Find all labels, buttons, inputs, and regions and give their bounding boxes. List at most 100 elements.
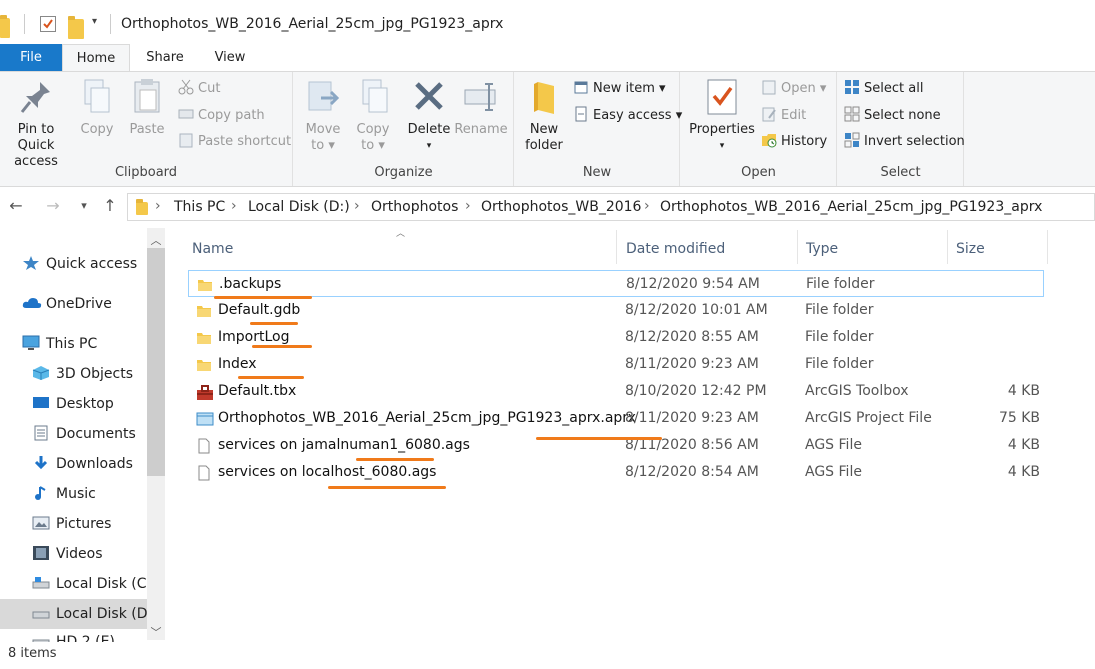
copy-button[interactable]: Copy (76, 78, 118, 138)
breadcrumb-separator[interactable]: › (644, 198, 650, 214)
copy-path-button[interactable]: Copy path (178, 105, 265, 127)
file-name: Default.tbx (218, 383, 297, 399)
file-date-modified: 8/10/2020 12:42 PM (625, 383, 767, 399)
edit-button[interactable]: Edit (761, 105, 806, 127)
nav-item-local-disk-d[interactable]: Local Disk (D (32, 600, 148, 628)
move-to-button[interactable]: Move to ▾ (302, 78, 344, 154)
column-header-type[interactable]: Type (806, 230, 946, 264)
move-to-label-line2: to ▾ (311, 138, 335, 153)
pin-to-quick-access-button[interactable]: Pin to Quick access (0, 78, 72, 170)
videos-icon (32, 543, 50, 560)
nav-item-music[interactable]: Music (32, 480, 96, 508)
column-divider[interactable] (947, 230, 948, 264)
nav-item-downloads[interactable]: Downloads (32, 450, 133, 478)
recent-locations-chevron-icon[interactable]: ▾ (73, 196, 95, 216)
breadcrumb-separator[interactable]: › (465, 198, 471, 214)
tab-view[interactable]: View (199, 44, 261, 72)
edit-icon (761, 106, 777, 122)
copy-to-label-line2: to ▾ (361, 138, 385, 153)
select-all-button[interactable]: Select all (844, 78, 923, 100)
nav-item-desktop[interactable]: Desktop (32, 390, 114, 418)
select-none-button[interactable]: Select none (844, 105, 941, 127)
tab-file[interactable]: File (0, 44, 62, 72)
file-icon (196, 438, 212, 454)
column-header-date[interactable]: Date modified (626, 230, 796, 264)
folder-icon (196, 357, 212, 373)
select-none-icon (844, 106, 860, 122)
breadcrumb-separator[interactable]: › (231, 198, 237, 214)
file-row[interactable]: Default.gdb 8/12/2020 10:01 AM File folder (188, 297, 1044, 324)
breadcrumb-current-folder[interactable]: Orthophotos_WB_2016_Aerial_25cm_jpg_PG19… (660, 199, 1042, 215)
breadcrumb-orthophotos-wb-2016[interactable]: Orthophotos_WB_2016 (481, 199, 641, 215)
up-arrow-icon[interactable]: ↑ (99, 196, 121, 216)
breadcrumb-separator[interactable]: › (354, 198, 360, 214)
new-item-button[interactable]: New item ▾ (573, 78, 666, 100)
copy-to-icon (355, 78, 391, 116)
nav-item-onedrive[interactable]: OneDrive (22, 290, 112, 318)
file-row[interactable]: Default.tbx 8/10/2020 12:42 PM ArcGIS Tool… (188, 378, 1044, 405)
rename-button[interactable]: Rename (454, 78, 508, 138)
file-row[interactable]: Orthophotos_WB_2016_Aerial_25cm_jpg_PG19… (188, 405, 1044, 432)
nav-item-documents[interactable]: Documents (32, 420, 136, 448)
customize-quick-access-icon[interactable]: ▾ (92, 16, 97, 36)
nav-item-quick-access[interactable]: Quick access (22, 250, 137, 278)
navigation-bar: ← → ▾ ↑ › This PC › Local Disk (D:) › Or… (0, 188, 1095, 224)
clipboard-group-label: Clipboard (114, 165, 178, 180)
properties-button[interactable]: Properties ▾ (687, 78, 757, 154)
file-type: ArcGIS Project File (805, 410, 932, 426)
column-divider[interactable] (797, 230, 798, 264)
nav-pane-scrollbar[interactable]: ︿ ﹀ (147, 228, 165, 640)
folder-icon (0, 15, 10, 38)
column-divider[interactable] (1047, 230, 1048, 264)
file-row[interactable]: Index 8/11/2020 9:23 AM File folder (188, 351, 1044, 378)
copy-to-button[interactable]: Copy to ▾ (352, 78, 394, 154)
nav-label: Local Disk (D (56, 606, 148, 622)
properties-dropdown-arrow[interactable]: ▾ (687, 138, 757, 154)
file-row[interactable]: ImportLog 8/12/2020 8:55 AM File folder (188, 324, 1044, 351)
tab-home[interactable]: Home (62, 44, 130, 72)
column-divider[interactable] (616, 230, 617, 264)
file-row[interactable]: services on localhost_6080.ags 8/12/2020 … (188, 459, 1044, 486)
nav-item-pictures[interactable]: Pictures (32, 510, 111, 538)
new-folder-button[interactable]: New folder (521, 78, 567, 154)
delete-button[interactable]: Delete ▾ (406, 78, 452, 154)
tab-share[interactable]: Share (131, 44, 199, 72)
file-row[interactable]: .backups 8/12/2020 9:54 AM File folder (188, 270, 1044, 297)
breadcrumb-this-pc[interactable]: This PC (174, 199, 225, 215)
scroll-up-arrow-icon[interactable]: ︿ (150, 232, 162, 247)
nav-label: Downloads (56, 456, 133, 472)
breadcrumb-separator[interactable]: › (155, 198, 161, 214)
nav-item-3d-objects[interactable]: 3D Objects (32, 360, 133, 388)
address-bar[interactable]: › This PC › Local Disk (D:) › Orthophoto… (127, 193, 1095, 221)
file-type: File folder (805, 302, 874, 318)
forward-arrow-icon[interactable]: → (42, 196, 64, 216)
breadcrumb-local-disk-d[interactable]: Local Disk (D:) (248, 199, 350, 215)
nav-item-this-pc[interactable]: This PC (22, 330, 97, 358)
file-size: 4 KB (1007, 464, 1040, 480)
cut-button[interactable]: Cut (178, 78, 220, 100)
properties-checkbox-icon[interactable] (40, 16, 56, 32)
invert-selection-button[interactable]: Invert selection (844, 131, 965, 153)
annotation-underline (214, 296, 312, 299)
paste-button[interactable]: Paste (126, 78, 168, 138)
drive-icon (32, 573, 50, 589)
open-group-label: Open (741, 165, 776, 180)
nav-item-hd2-e[interactable]: HD 2 (E) (32, 628, 115, 642)
scroll-thumb[interactable] (147, 248, 165, 476)
nav-label: OneDrive (46, 296, 112, 312)
easy-access-button[interactable]: Easy access ▾ (573, 105, 682, 127)
history-button[interactable]: History (761, 131, 827, 153)
scroll-down-arrow-icon[interactable]: ﹀ (150, 624, 162, 639)
paste-shortcut-button[interactable]: Paste shortcut (178, 131, 291, 153)
delete-dropdown-arrow[interactable]: ▾ (406, 138, 452, 154)
back-arrow-icon[interactable]: ← (5, 196, 27, 216)
nav-item-videos[interactable]: Videos (32, 540, 103, 568)
column-header-size[interactable]: Size (956, 230, 1046, 264)
open-button[interactable]: Open ▾ (761, 78, 826, 100)
nav-item-local-disk-c[interactable]: Local Disk (C: (32, 570, 151, 598)
select-none-label: Select none (864, 108, 941, 123)
open-label: Open ▾ (781, 81, 827, 96)
new-folder-quick-icon[interactable] (68, 16, 84, 39)
breadcrumb-orthophotos[interactable]: Orthophotos (371, 199, 458, 215)
annotation-underline (238, 376, 304, 379)
